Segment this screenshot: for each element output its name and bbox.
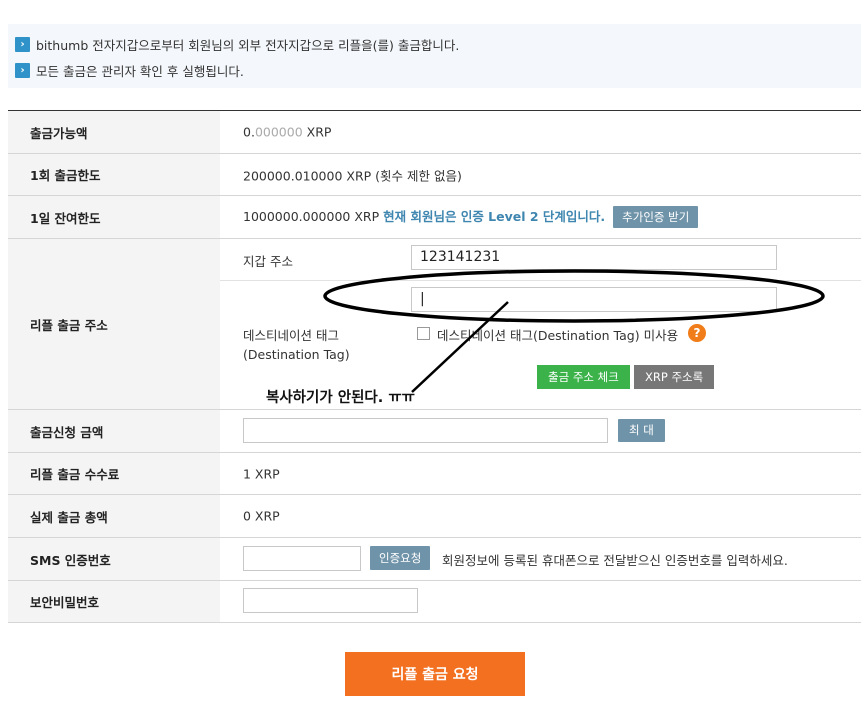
row-amount: 출금신청 금액 최 대 xyxy=(8,410,861,453)
chevron-right-icon: › xyxy=(15,63,30,78)
wallet-address-input[interactable]: 123141231 xyxy=(411,245,777,270)
amount-input[interactable] xyxy=(243,418,608,443)
total-value: 0 XRP xyxy=(243,508,280,524)
row-per-limit: 1회 출금한도 200000.010000 XRP (횟수 제한 없음) xyxy=(8,154,861,196)
sms-hint: 회원정보에 등록된 휴대폰으로 전달받으신 인증번호를 입력하세요. xyxy=(442,553,788,568)
row-sms: SMS 인증번호 인증요청 회원정보에 등록된 휴대폰으로 전달받으신 인증번호… xyxy=(8,538,861,581)
notice-box: › bithumb 전자지갑으로부터 회원님의 외부 전자지갑으로 리플을(를)… xyxy=(8,24,861,88)
submit-withdraw-button[interactable]: 리플 출금 요청 xyxy=(345,652,525,696)
row-label: 1일 잔여한도 xyxy=(8,196,220,238)
available-amount: 0.000000 XRP xyxy=(243,124,332,140)
destination-tag-label-en: (Destination Tag) xyxy=(243,347,350,362)
notice-text-2: 모든 출금은 관리자 확인 후 실행됩니다. xyxy=(36,64,244,79)
per-limit-value: 200000.010000 XRP (횟수 제한 없음) xyxy=(243,168,462,183)
max-button[interactable]: 최 대 xyxy=(618,419,665,442)
row-fee: 리플 출금 수수료 1 XRP xyxy=(8,453,861,495)
daily-limit-group: 1000000.000000 XRP 현재 회원님은 인증 Level 2 단계… xyxy=(243,206,699,228)
row-address: 리플 출금 주소 지갑 주소 123141231 | 데스티네이션 태그 (De… xyxy=(8,239,861,410)
sms-request-button[interactable]: 인증요청 xyxy=(370,546,431,570)
row-label: 리플 출금 수수료 xyxy=(8,453,220,494)
notice-line-1: › bithumb 전자지갑으로부터 회원님의 외부 전자지갑으로 리플을(를)… xyxy=(15,35,459,54)
row-available: 출금가능액 0.000000 XRP xyxy=(8,111,861,154)
help-icon[interactable]: ? xyxy=(688,324,706,342)
destination-tag-label: 데스티네이션 태그 xyxy=(243,328,339,343)
withdraw-form-table: 출금가능액 0.000000 XRP 1회 출금한도 200000.010000… xyxy=(8,110,861,623)
divider xyxy=(220,280,861,281)
notice-line-2: › 모든 출금은 관리자 확인 후 실행됩니다. xyxy=(15,61,244,80)
annotation-text: 복사하기가 안된다. ㅠㅠ xyxy=(266,390,416,406)
no-destination-tag-checkbox[interactable] xyxy=(417,327,430,340)
chevron-right-icon: › xyxy=(15,37,30,52)
row-total: 실제 출금 총액 0 XRP xyxy=(8,495,861,538)
check-address-button[interactable]: 출금 주소 체크 xyxy=(537,365,630,389)
daily-limit-value: 1000000.000000 XRP xyxy=(243,209,380,224)
wallet-address-label: 지갑 주소 xyxy=(243,254,293,269)
sms-code-input[interactable] xyxy=(243,546,361,571)
row-label: 리플 출금 주소 xyxy=(8,239,220,409)
fee-value: 1 XRP xyxy=(243,466,280,481)
auth-level-text: 현재 회원님은 인증 Level 2 단계입니다. xyxy=(383,209,606,224)
row-label: 출금가능액 xyxy=(8,111,220,153)
row-label: 보안비밀번호 xyxy=(8,581,220,622)
no-destination-tag-label: 데스티네이션 태그(Destination Tag) 미사용 xyxy=(437,328,679,343)
security-password-input[interactable] xyxy=(243,588,418,613)
row-label: 출금신청 금액 xyxy=(8,410,220,452)
destination-tag-input[interactable]: | xyxy=(411,287,777,312)
row-label: 실제 출금 총액 xyxy=(8,495,220,537)
notice-text-1: bithumb 전자지갑으로부터 회원님의 외부 전자지갑으로 리플을(를) 출… xyxy=(36,38,460,53)
address-book-button[interactable]: XRP 주소록 xyxy=(634,365,715,389)
row-daily-limit: 1일 잔여한도 1000000.000000 XRP 현재 회원님은 인증 Le… xyxy=(8,196,861,239)
additional-auth-button[interactable]: 추가인증 받기 xyxy=(613,206,699,228)
row-label: 1회 출금한도 xyxy=(8,154,220,195)
row-label: SMS 인증번호 xyxy=(8,538,220,580)
row-password: 보안비밀번호 xyxy=(8,581,861,623)
